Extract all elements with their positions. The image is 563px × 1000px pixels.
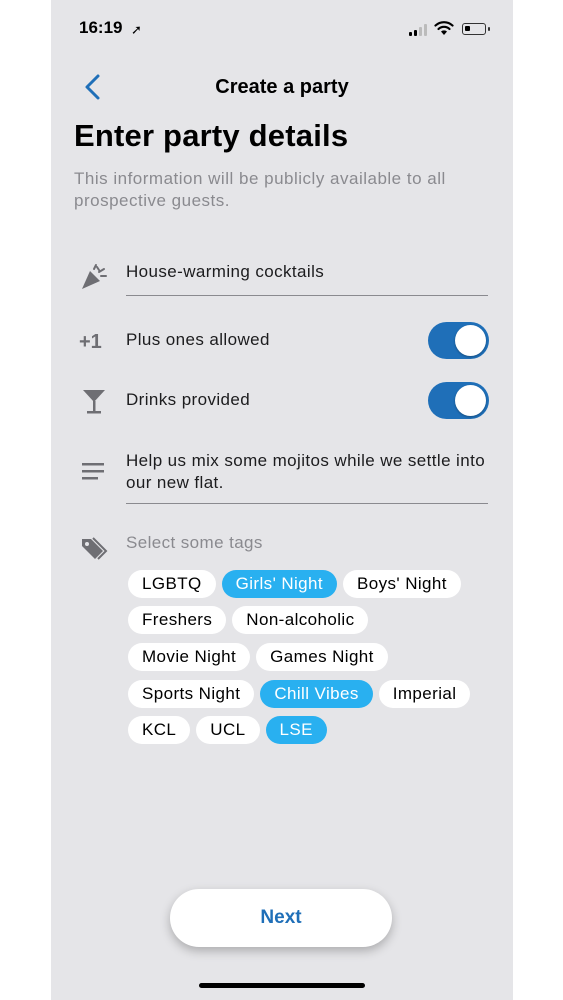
battery-icon [462, 23, 490, 35]
wifi-icon [434, 21, 454, 35]
party-name-input[interactable]: House-warming cocktails [126, 262, 488, 296]
page-subtitle: This information will be publicly availa… [74, 169, 446, 210]
tag-kcl[interactable]: KCL [128, 716, 191, 744]
tag-boys-night[interactable]: Boys' Night [343, 570, 461, 598]
tag-sports-night[interactable]: Sports Night [128, 680, 255, 708]
tag-imperial[interactable]: Imperial [378, 680, 471, 708]
location-icon: ➚ [131, 22, 142, 37]
tag-non-alcoholic[interactable]: Non-alcoholic [232, 606, 369, 634]
tag-row: LGBTQ Girls' Night Boys' Night [128, 570, 467, 598]
phone-screen: 16:19 ➚ Create a party Enter party detai… [51, 0, 513, 1000]
tag-row: Sports Night Chill Vibes Imperial [128, 680, 476, 708]
plus-ones-label: Plus ones allowed [126, 330, 270, 349]
tag-row: Movie Night Games Night [128, 643, 394, 671]
text-lines-icon [82, 463, 104, 480]
tag-lgbtq[interactable]: LGBTQ [128, 570, 216, 598]
cocktail-glass-icon [83, 390, 105, 414]
description-input[interactable]: Help us mix some mojitos while we settle… [126, 450, 488, 504]
tag-chill-vibes[interactable]: Chill Vibes [260, 680, 373, 708]
tag-girls-night[interactable]: Girls' Night [221, 570, 338, 598]
tag-freshers[interactable]: Freshers [128, 606, 227, 634]
tags-label: Select some tags [126, 533, 263, 552]
drinks-label: Drinks provided [126, 390, 251, 409]
plus-ones-toggle[interactable] [428, 322, 489, 359]
tags-icon [82, 537, 108, 560]
next-button[interactable]: Next [170, 889, 392, 947]
tag-lse[interactable]: LSE [265, 716, 327, 744]
home-indicator[interactable] [199, 983, 365, 988]
plus-one-icon: +1 [79, 331, 102, 353]
tag-row: KCL UCL LSE [128, 716, 333, 744]
tag-games-night[interactable]: Games Night [256, 643, 388, 671]
drinks-toggle[interactable] [428, 382, 489, 419]
page-title: Enter party details [74, 118, 349, 153]
status-time: 16:19 [79, 18, 123, 37]
nav-title: Create a party [215, 76, 349, 98]
tag-movie-night[interactable]: Movie Night [128, 643, 251, 671]
tag-ucl[interactable]: UCL [196, 716, 260, 744]
party-popper-icon [82, 264, 107, 289]
status-bar: 16:19 ➚ [51, 18, 513, 42]
signal-icon [409, 24, 429, 36]
tag-row: Freshers Non-alcoholic [128, 606, 374, 634]
